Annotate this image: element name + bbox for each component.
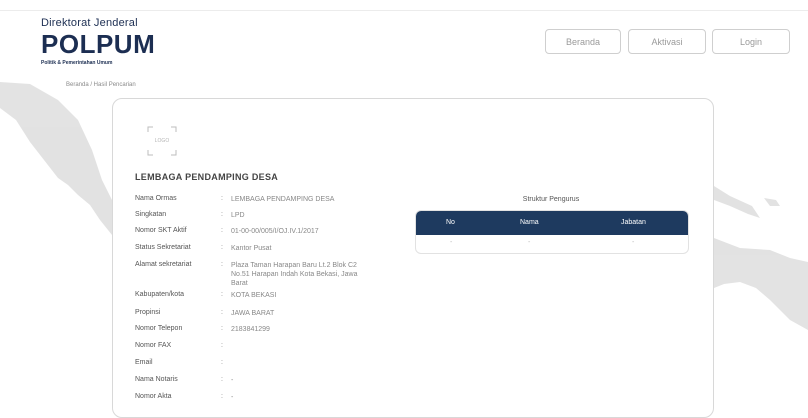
field-label: Nama Ormas: [135, 195, 177, 202]
logo-tagline: Politik & Pemerintahan Umum: [41, 60, 113, 66]
nav-login-button[interactable]: Login: [712, 29, 790, 54]
table-cell: -: [528, 239, 531, 246]
field-label: Nomor FAX: [135, 342, 172, 349]
field-label: Status Sekretariat: [135, 244, 191, 251]
nav-beranda-button[interactable]: Beranda: [545, 29, 621, 54]
breadcrumb: Beranda / Hasil Pencarian: [66, 82, 136, 88]
struktur-title: Struktur Pengurus: [522, 196, 580, 203]
field-value: LPD: [231, 212, 245, 219]
field-value: Kantor Pusat: [231, 245, 272, 252]
field-separator: :: [221, 291, 223, 298]
field-value: -: [231, 394, 234, 401]
field-value: -: [231, 377, 234, 384]
field-label: Alamat sekretariat: [135, 261, 192, 268]
column-header-nama: Nama: [520, 219, 539, 226]
table-header: No Nama Jabatan: [416, 211, 688, 235]
logo-line1: Direktorat Jenderal: [41, 17, 138, 29]
struktur-table: No Nama Jabatan - - -: [415, 210, 689, 254]
nav-aktivasi-button[interactable]: Aktivasi: [628, 29, 706, 54]
field-value: LEMBAGA PENDAMPING DESA: [231, 196, 335, 203]
field-label: Email: [135, 359, 153, 366]
field-separator: :: [221, 309, 223, 316]
field-separator: :: [221, 342, 223, 349]
field-value: 2183841299: [231, 326, 270, 333]
field-value: KOTA BEKASI: [231, 292, 277, 299]
field-separator: :: [221, 325, 223, 332]
column-header-jabatan: Jabatan: [621, 219, 646, 226]
field-separator: :: [221, 244, 223, 251]
field-value: 01-00-00/005/I/OJ.IV.1/2017: [231, 228, 319, 235]
field-separator: :: [221, 261, 223, 268]
field-separator: :: [221, 359, 223, 366]
field-separator: :: [221, 393, 223, 400]
field-label: Propinsi: [135, 309, 161, 316]
detail-card: LOGO LEMBAGA PENDAMPING DESA Nama Ormas …: [112, 98, 714, 418]
field-label: Nama Notaris: [135, 376, 178, 383]
field-separator: :: [221, 195, 223, 202]
field-separator: :: [221, 227, 223, 234]
field-separator: :: [221, 211, 223, 218]
field-value: JAWA BARAT: [231, 310, 275, 317]
field-label: Nomor Akta: [135, 393, 172, 400]
logo-brand: POLPUM: [41, 29, 156, 59]
logo-placeholder-text: LOGO: [154, 138, 170, 144]
column-header-no: No: [446, 219, 455, 226]
field-label: Kabupaten/kota: [135, 291, 185, 298]
org-title: LEMBAGA PENDAMPING DESA: [135, 172, 279, 182]
field-label: Nomor SKT Aktif: [135, 227, 187, 234]
field-label: Singkatan: [135, 211, 167, 218]
org-logo-placeholder: LOGO: [147, 126, 177, 156]
table-cell: -: [450, 239, 453, 246]
brand-logo[interactable]: Direktorat Jenderal POLPUM Politik & Pem…: [41, 17, 155, 67]
field-value: Plaza Taman Harapan Baru Lt.2 Blok C2 No…: [231, 262, 358, 287]
field-label: Nomor Telepon: [135, 325, 183, 332]
table-cell: -: [632, 239, 635, 246]
field-separator: :: [221, 376, 223, 383]
